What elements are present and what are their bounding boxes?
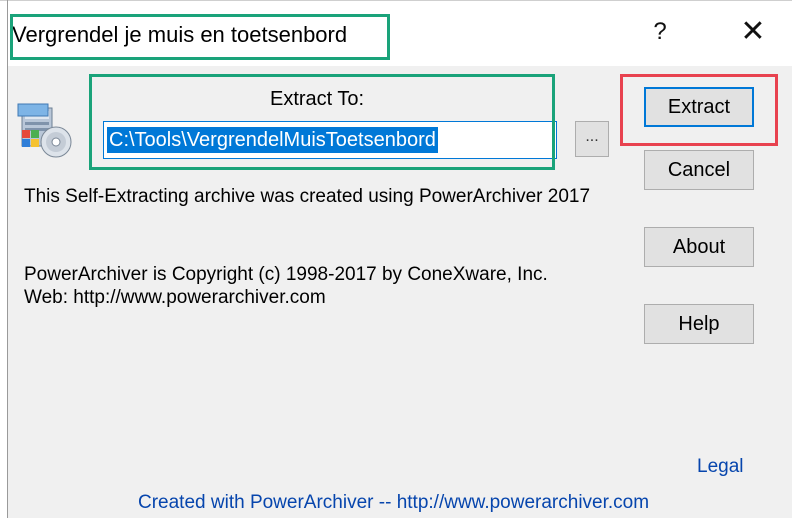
info-created-text: This Self-Extracting archive was created… — [24, 186, 591, 207]
info-copyright-text: PowerArchiver is Copyright (c) 1998-2017… — [24, 264, 548, 285]
title-highlight-box — [10, 14, 390, 60]
help-icon[interactable]: ? — [648, 18, 672, 48]
extract-button-highlight-box — [620, 74, 778, 146]
powerarchiver-footer-link[interactable]: Created with PowerArchiver -- http://www… — [138, 492, 649, 514]
browse-button[interactable]: ... — [575, 121, 609, 157]
archive-installer-icon — [17, 103, 72, 158]
window-left-border — [7, 0, 8, 518]
extract-path-highlight-box — [89, 74, 555, 170]
extractor-window: Vergrendel je muis en toetsenbord ? ✕ Ex… — [0, 0, 792, 518]
help-button[interactable]: Help — [644, 304, 754, 344]
info-web-text: Web: http://www.powerarchiver.com — [24, 287, 326, 308]
cancel-button[interactable]: Cancel — [644, 150, 754, 190]
about-button[interactable]: About — [644, 227, 754, 267]
close-icon[interactable]: ✕ — [738, 16, 768, 48]
legal-link[interactable]: Legal — [697, 456, 744, 478]
